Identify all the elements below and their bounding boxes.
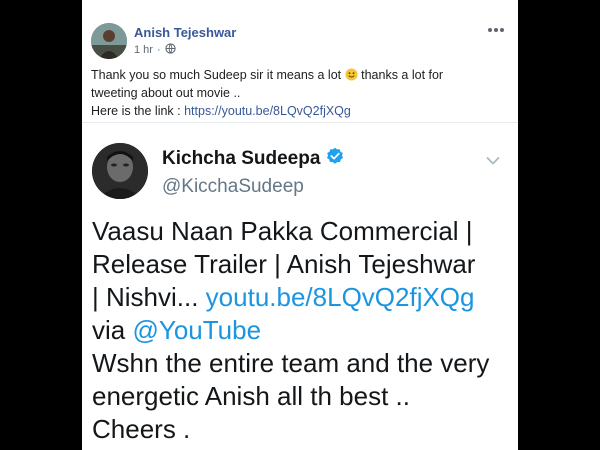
post-text-line-2: tweeting about out movie .. [91,86,241,100]
tweet-avatar[interactable] [92,143,148,199]
globe-icon[interactable] [165,43,176,57]
embedded-tweet[interactable]: Kichcha Sudeepa @KicchaSudeep Vaasu Naan… [82,122,518,450]
post-timestamp[interactable]: 1 hr [134,44,153,56]
verified-badge-icon [326,147,344,170]
tweet-line-7: Cheers . [92,414,191,444]
tweet-youtube-link[interactable]: youtu.be/8LQvQ2fjXQg [206,282,475,312]
post-text-part-1: Thank you so much Sudeep sir it means a … [91,68,342,82]
post-text-part-2: thanks a lot for [361,68,444,82]
link-prefix: Here is the link : [91,104,185,118]
tweet-line-6: energetic Anish all th best .. [92,381,410,411]
post-header: Anish Tejeshwar 1 hr · [82,0,518,66]
tweet-line-3: | Nishvi... youtu.be/8LQvQ2fjXQg [92,281,512,314]
tweet-line-3-text: | Nishvi... [92,282,206,312]
author-avatar[interactable] [91,23,127,59]
tweet-line-4-text: via [92,315,133,345]
tweet-line-5: Wshn the entire team and the very [92,348,490,378]
post-meta: 1 hr · [134,43,176,57]
tweet-line-2: Release Trailer | Anish Tejeshwar [92,249,476,279]
tweet-line-1: Vaasu Naan Pakka Commercial | [92,216,473,246]
post-text: Thank you so much Sudeep sir it means a … [91,66,511,120]
youtube-link[interactable]: https://youtu.be/8LQvQ2fjXQg [184,104,351,118]
dot-separator: · [156,44,161,56]
author-name[interactable]: Anish Tejeshwar [134,25,236,40]
tweet-youtube-mention[interactable]: @YouTube [132,315,261,345]
more-dots-icon[interactable] [484,22,508,38]
post-text-line-1: Thank you so much Sudeep sir it means a … [91,66,511,84]
tweet-line-4: via @YouTube [92,314,512,347]
tweet-handle[interactable]: @KicchaSudeep [162,176,304,198]
tweet-body: Vaasu Naan Pakka Commercial | Release Tr… [92,215,512,446]
chevron-down-icon[interactable] [486,153,500,165]
facebook-post-card: Anish Tejeshwar 1 hr · Thank you so much… [82,0,518,450]
smiley-emoji-icon [345,68,358,81]
post-text-line-3: Here is the link : https://youtu.be/8LQv… [91,102,511,120]
tweet-name-row: Kichcha Sudeepa [162,147,344,170]
tweet-display-name[interactable]: Kichcha Sudeepa [162,148,320,170]
